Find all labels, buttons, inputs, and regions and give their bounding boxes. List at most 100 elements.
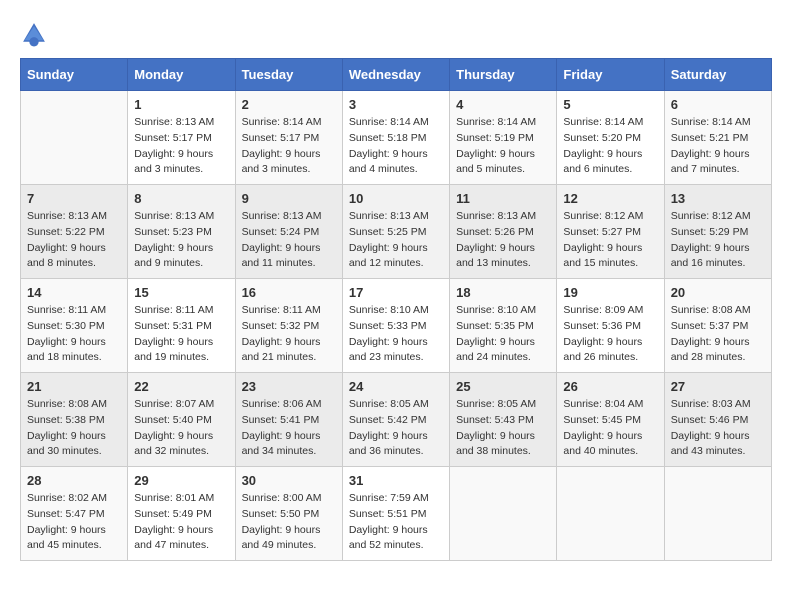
daylight-text: Daylight: 9 hours and 16 minutes. — [671, 242, 750, 270]
sunrise-text: Sunrise: 8:12 AM — [671, 210, 751, 222]
daylight-text: Daylight: 9 hours and 9 minutes. — [134, 242, 213, 270]
calendar-cell: 18 Sunrise: 8:10 AM Sunset: 5:35 PM Dayl… — [450, 279, 557, 373]
sunset-text: Sunset: 5:47 PM — [27, 508, 105, 520]
daylight-text: Daylight: 9 hours and 24 minutes. — [456, 336, 535, 364]
day-number: 6 — [671, 97, 765, 112]
calendar-cell: 20 Sunrise: 8:08 AM Sunset: 5:37 PM Dayl… — [664, 279, 771, 373]
sunrise-text: Sunrise: 8:11 AM — [242, 304, 321, 316]
sunset-text: Sunset: 5:37 PM — [671, 320, 749, 332]
cell-content: Sunrise: 8:13 AM Sunset: 5:22 PM Dayligh… — [27, 209, 121, 272]
sunset-text: Sunset: 5:30 PM — [27, 320, 105, 332]
page-header — [20, 20, 772, 48]
sunrise-text: Sunrise: 8:11 AM — [134, 304, 213, 316]
day-number: 2 — [242, 97, 336, 112]
cell-content: Sunrise: 8:14 AM Sunset: 5:19 PM Dayligh… — [456, 115, 550, 178]
sunrise-text: Sunrise: 8:12 AM — [563, 210, 643, 222]
sunset-text: Sunset: 5:24 PM — [242, 226, 320, 238]
cell-content: Sunrise: 8:13 AM Sunset: 5:23 PM Dayligh… — [134, 209, 228, 272]
daylight-text: Daylight: 9 hours and 3 minutes. — [242, 148, 321, 176]
daylight-text: Daylight: 9 hours and 21 minutes. — [242, 336, 321, 364]
sunrise-text: Sunrise: 8:01 AM — [134, 492, 214, 504]
daylight-text: Daylight: 9 hours and 49 minutes. — [242, 524, 321, 552]
day-number: 15 — [134, 285, 228, 300]
sunset-text: Sunset: 5:31 PM — [134, 320, 212, 332]
calendar-cell: 8 Sunrise: 8:13 AM Sunset: 5:23 PM Dayli… — [128, 185, 235, 279]
cell-content: Sunrise: 8:14 AM Sunset: 5:17 PM Dayligh… — [242, 115, 336, 178]
sunset-text: Sunset: 5:42 PM — [349, 414, 427, 426]
daylight-text: Daylight: 9 hours and 26 minutes. — [563, 336, 642, 364]
sunrise-text: Sunrise: 8:14 AM — [349, 116, 429, 128]
daylight-text: Daylight: 9 hours and 45 minutes. — [27, 524, 106, 552]
sunrise-text: Sunrise: 7:59 AM — [349, 492, 429, 504]
sunset-text: Sunset: 5:20 PM — [563, 132, 641, 144]
daylight-text: Daylight: 9 hours and 19 minutes. — [134, 336, 213, 364]
day-number: 18 — [456, 285, 550, 300]
daylight-text: Daylight: 9 hours and 40 minutes. — [563, 430, 642, 458]
daylight-text: Daylight: 9 hours and 11 minutes. — [242, 242, 321, 270]
sunset-text: Sunset: 5:18 PM — [349, 132, 427, 144]
day-number: 29 — [134, 473, 228, 488]
cell-content: Sunrise: 8:10 AM Sunset: 5:35 PM Dayligh… — [456, 303, 550, 366]
sunrise-text: Sunrise: 8:13 AM — [349, 210, 429, 222]
day-header-sunday: Sunday — [21, 59, 128, 91]
calendar-cell: 14 Sunrise: 8:11 AM Sunset: 5:30 PM Dayl… — [21, 279, 128, 373]
sunset-text: Sunset: 5:33 PM — [349, 320, 427, 332]
day-number: 13 — [671, 191, 765, 206]
sunset-text: Sunset: 5:26 PM — [456, 226, 534, 238]
calendar-cell: 27 Sunrise: 8:03 AM Sunset: 5:46 PM Dayl… — [664, 373, 771, 467]
sunset-text: Sunset: 5:51 PM — [349, 508, 427, 520]
day-number: 5 — [563, 97, 657, 112]
daylight-text: Daylight: 9 hours and 34 minutes. — [242, 430, 321, 458]
sunrise-text: Sunrise: 8:06 AM — [242, 398, 322, 410]
cell-content: Sunrise: 8:09 AM Sunset: 5:36 PM Dayligh… — [563, 303, 657, 366]
calendar-cell: 7 Sunrise: 8:13 AM Sunset: 5:22 PM Dayli… — [21, 185, 128, 279]
daylight-text: Daylight: 9 hours and 8 minutes. — [27, 242, 106, 270]
cell-content: Sunrise: 8:12 AM Sunset: 5:27 PM Dayligh… — [563, 209, 657, 272]
calendar-cell: 5 Sunrise: 8:14 AM Sunset: 5:20 PM Dayli… — [557, 91, 664, 185]
day-number: 25 — [456, 379, 550, 394]
day-number: 26 — [563, 379, 657, 394]
calendar-cell — [664, 467, 771, 561]
cell-content: Sunrise: 8:13 AM Sunset: 5:25 PM Dayligh… — [349, 209, 443, 272]
daylight-text: Daylight: 9 hours and 36 minutes. — [349, 430, 428, 458]
daylight-text: Daylight: 9 hours and 13 minutes. — [456, 242, 535, 270]
sunrise-text: Sunrise: 8:09 AM — [563, 304, 643, 316]
cell-content: Sunrise: 8:11 AM Sunset: 5:32 PM Dayligh… — [242, 303, 336, 366]
cell-content: Sunrise: 8:11 AM Sunset: 5:30 PM Dayligh… — [27, 303, 121, 366]
day-header-tuesday: Tuesday — [235, 59, 342, 91]
calendar-cell — [21, 91, 128, 185]
sunrise-text: Sunrise: 8:04 AM — [563, 398, 643, 410]
daylight-text: Daylight: 9 hours and 7 minutes. — [671, 148, 750, 176]
day-header-monday: Monday — [128, 59, 235, 91]
calendar-cell: 2 Sunrise: 8:14 AM Sunset: 5:17 PM Dayli… — [235, 91, 342, 185]
sunset-text: Sunset: 5:17 PM — [242, 132, 320, 144]
sunset-text: Sunset: 5:23 PM — [134, 226, 212, 238]
calendar-cell: 24 Sunrise: 8:05 AM Sunset: 5:42 PM Dayl… — [342, 373, 449, 467]
calendar-cell — [557, 467, 664, 561]
sunset-text: Sunset: 5:21 PM — [671, 132, 749, 144]
cell-content: Sunrise: 8:03 AM Sunset: 5:46 PM Dayligh… — [671, 397, 765, 460]
day-number: 28 — [27, 473, 121, 488]
sunset-text: Sunset: 5:40 PM — [134, 414, 212, 426]
day-number: 3 — [349, 97, 443, 112]
sunrise-text: Sunrise: 8:14 AM — [456, 116, 536, 128]
calendar-cell: 10 Sunrise: 8:13 AM Sunset: 5:25 PM Dayl… — [342, 185, 449, 279]
day-number: 31 — [349, 473, 443, 488]
sunset-text: Sunset: 5:17 PM — [134, 132, 212, 144]
cell-content: Sunrise: 8:05 AM Sunset: 5:42 PM Dayligh… — [349, 397, 443, 460]
day-number: 1 — [134, 97, 228, 112]
day-number: 9 — [242, 191, 336, 206]
daylight-text: Daylight: 9 hours and 18 minutes. — [27, 336, 106, 364]
daylight-text: Daylight: 9 hours and 15 minutes. — [563, 242, 642, 270]
cell-content: Sunrise: 8:11 AM Sunset: 5:31 PM Dayligh… — [134, 303, 228, 366]
calendar-cell: 15 Sunrise: 8:11 AM Sunset: 5:31 PM Dayl… — [128, 279, 235, 373]
sunrise-text: Sunrise: 8:10 AM — [349, 304, 429, 316]
cell-content: Sunrise: 8:13 AM Sunset: 5:26 PM Dayligh… — [456, 209, 550, 272]
calendar-cell: 17 Sunrise: 8:10 AM Sunset: 5:33 PM Dayl… — [342, 279, 449, 373]
calendar-table: SundayMondayTuesdayWednesdayThursdayFrid… — [20, 58, 772, 561]
sunrise-text: Sunrise: 8:11 AM — [27, 304, 106, 316]
cell-content: Sunrise: 8:02 AM Sunset: 5:47 PM Dayligh… — [27, 491, 121, 554]
calendar-cell: 19 Sunrise: 8:09 AM Sunset: 5:36 PM Dayl… — [557, 279, 664, 373]
day-number: 16 — [242, 285, 336, 300]
sunrise-text: Sunrise: 8:14 AM — [671, 116, 751, 128]
